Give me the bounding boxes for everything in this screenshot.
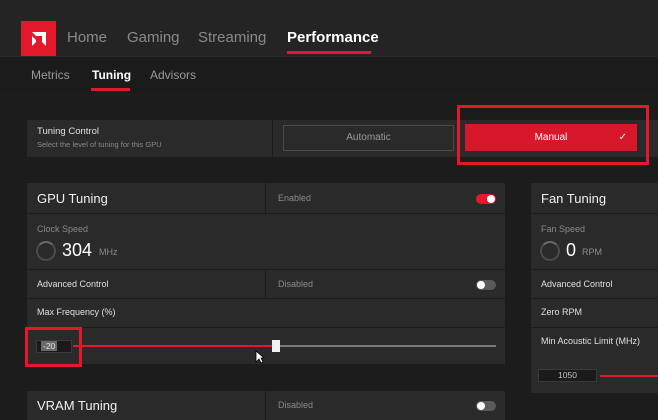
subtab-metrics[interactable]: Metrics	[31, 68, 70, 82]
divider	[265, 183, 266, 213]
min-acoustic-limit-input[interactable]: 1050	[538, 369, 597, 382]
max-frequency-slider-fill	[73, 345, 276, 347]
clock-speed-unit: MHz	[99, 247, 118, 257]
gauge-icon	[36, 241, 56, 261]
nav-tab-performance[interactable]: Performance	[287, 29, 379, 46]
toggle-knob	[477, 402, 485, 410]
divider	[531, 298, 658, 299]
advanced-control-toggle[interactable]	[476, 280, 496, 290]
max-frequency-slider-thumb[interactable]	[272, 340, 280, 352]
subtab-active-indicator	[91, 88, 130, 91]
nav-tab-home[interactable]: Home	[67, 29, 107, 46]
divider	[27, 298, 505, 299]
divider	[265, 391, 266, 420]
max-frequency-label: Max Frequency (%)	[37, 307, 116, 317]
advanced-control-label: Advanced Control	[37, 279, 109, 289]
clock-speed-label: Clock Speed	[37, 224, 89, 234]
amd-logo-icon[interactable]	[21, 21, 56, 56]
zero-rpm-label: Zero RPM	[541, 307, 583, 317]
divider	[265, 269, 266, 298]
max-frequency-highlight-box	[25, 327, 82, 367]
fan-speed-value: 0	[566, 240, 577, 260]
subtab-advisors[interactable]: Advisors	[150, 68, 196, 82]
tuning-control-title: Tuning Control	[37, 126, 99, 137]
divider	[531, 327, 658, 328]
nav-active-indicator	[287, 51, 371, 54]
automatic-button[interactable]: Automatic	[283, 125, 454, 151]
gpu-tuning-title: GPU Tuning	[37, 191, 108, 206]
top-navigation: Home Gaming Streaming Performance	[0, 0, 658, 56]
toggle-knob	[477, 281, 485, 289]
nav-tab-streaming[interactable]: Streaming	[198, 29, 266, 46]
fan-tuning-title: Fan Tuning	[541, 191, 607, 206]
gauge-icon	[540, 241, 560, 261]
divider	[531, 269, 658, 270]
vram-tuning-status: Disabled	[278, 400, 314, 410]
clock-speed-value: 304	[62, 240, 93, 260]
fan-advanced-control-label: Advanced Control	[541, 279, 613, 289]
tuning-control-subtitle: Select the level of tuning for this GPU	[37, 140, 162, 149]
vram-tuning-toggle[interactable]	[476, 401, 496, 411]
divider	[531, 213, 658, 214]
divider	[27, 213, 505, 214]
divider	[27, 327, 505, 328]
advanced-control-status: Disabled	[278, 279, 314, 289]
subtab-tuning[interactable]: Tuning	[92, 68, 131, 82]
gpu-tuning-toggle[interactable]	[476, 194, 496, 204]
min-acoustic-limit-label: Min Acoustic Limit (MHz)	[541, 336, 641, 346]
mouse-cursor-icon	[255, 350, 265, 364]
fan-speed-unit: RPM	[582, 247, 602, 257]
amd-logo-glyph	[31, 31, 46, 46]
toggle-knob	[487, 195, 495, 203]
manual-highlight-box	[457, 105, 649, 165]
divider	[27, 269, 505, 270]
fan-speed-label: Fan Speed	[541, 224, 586, 234]
min-acoustic-limit-slider[interactable]	[600, 375, 658, 377]
vram-tuning-title: VRAM Tuning	[37, 398, 118, 413]
divider	[272, 120, 273, 157]
gpu-tuning-status: Enabled	[278, 193, 312, 203]
nav-tab-gaming[interactable]: Gaming	[127, 29, 180, 46]
gpu-tuning-card	[27, 183, 505, 364]
